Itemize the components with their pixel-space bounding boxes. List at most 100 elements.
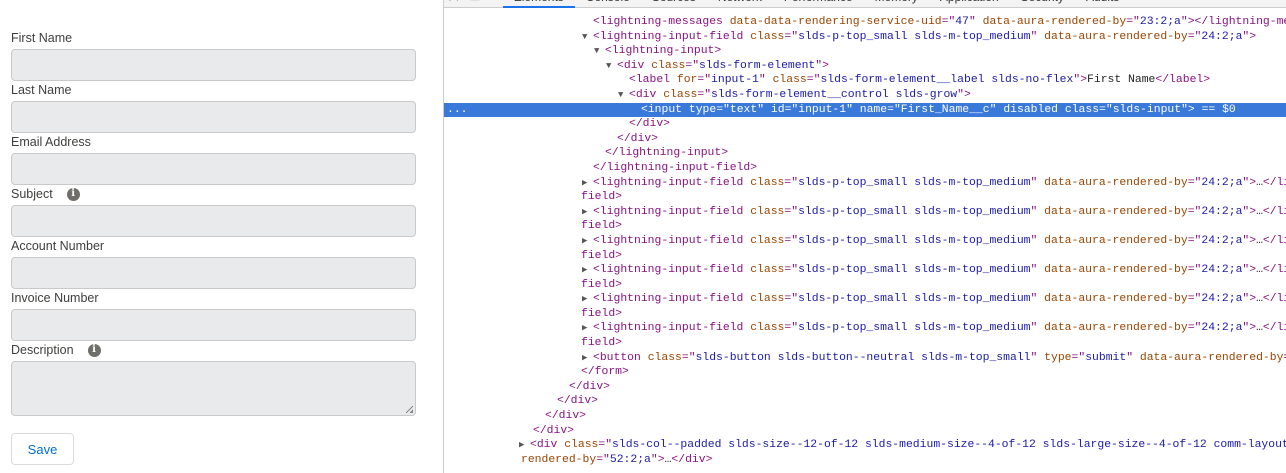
- token-attr-name: class: [750, 293, 785, 306]
- dom-node-line[interactable]: </div>: [444, 409, 1286, 424]
- description-textarea[interactable]: [11, 361, 416, 416]
- dom-node-text: <lightning-messages data-data-rendering-…: [593, 15, 1286, 30]
- dom-node-line[interactable]: field>: [444, 249, 1286, 264]
- dom-node-line[interactable]: field>: [444, 278, 1286, 293]
- text-input[interactable]: [11, 257, 416, 289]
- token-tag: =": [806, 74, 821, 87]
- dom-node-line[interactable]: </div>: [444, 424, 1286, 439]
- collapse-triangle-icon[interactable]: ▶: [582, 176, 587, 191]
- devtools-tab-memory[interactable]: Memory: [864, 0, 929, 6]
- token-tag: ">: [1242, 234, 1257, 247]
- info-icon[interactable]: i: [66, 187, 80, 201]
- dom-node-line[interactable]: </form>: [444, 365, 1286, 380]
- expand-triangle-icon[interactable]: ▼: [606, 59, 611, 74]
- dom-node-line[interactable]: </lightning-input>: [444, 146, 1286, 161]
- devtools-tab-sources[interactable]: Sources: [641, 0, 707, 6]
- dom-node-text: field>: [581, 249, 622, 264]
- dom-node-line[interactable]: ▶ <button class="slds-button slds-button-…: [444, 351, 1286, 366]
- form-field: Last Name: [11, 81, 416, 133]
- token-tag: </form>: [581, 366, 629, 379]
- token-tag: =": [784, 264, 799, 277]
- token-attr-name: class: [750, 30, 785, 43]
- expand-triangle-icon[interactable]: ▼: [594, 44, 599, 59]
- collapse-triangle-icon[interactable]: ▶: [582, 234, 587, 249]
- dom-node-line[interactable]: <lightning-messages data-data-rendering-…: [444, 15, 1286, 30]
- token-attr-value: slds-p-top_small slds-m-top_medium: [798, 234, 1031, 247]
- dom-node-line[interactable]: ▶ <lightning-input-field class="slds-p-to…: [444, 321, 1286, 336]
- token-tag: ": [846, 103, 860, 116]
- dom-node-line[interactable]: ▼ <lightning-input>: [444, 44, 1286, 59]
- text-input[interactable]: [11, 153, 416, 185]
- dom-node-line[interactable]: </div>: [444, 394, 1286, 409]
- more-options-icon[interactable]: ...: [447, 103, 468, 118]
- devtools-tab-network[interactable]: Network: [707, 0, 773, 6]
- form-field: Description i: [11, 341, 416, 416]
- token-tag: =": [685, 59, 700, 72]
- dom-node-line[interactable]: rendered-by="52:2;a">…</div>: [444, 453, 1286, 468]
- dom-node-line[interactable]: </div>: [444, 380, 1286, 395]
- dom-node-line[interactable]: </div>: [444, 117, 1286, 132]
- dom-node-line[interactable]: ▼ <lightning-input-field class="slds-p-to…: [444, 30, 1286, 45]
- token-tag: =": [784, 103, 799, 116]
- token-tag: ": [989, 103, 1004, 116]
- devtools-tab-audits[interactable]: Audits: [1075, 0, 1130, 6]
- token-attr-name: class: [663, 88, 698, 101]
- collapse-triangle-icon[interactable]: ▶: [582, 205, 587, 220]
- token-attr-name: id: [770, 103, 785, 116]
- dom-node-line[interactable]: </div>: [444, 132, 1286, 147]
- token-text: …: [1256, 264, 1263, 277]
- token-attr-name: class: [750, 205, 785, 218]
- device-toolbar-icon[interactable]: ▭: [464, 0, 485, 6]
- token-tag: <lightning-input-field: [593, 234, 751, 247]
- dom-node-line[interactable]: ▶ <lightning-input-field class="slds-p-to…: [444, 263, 1286, 278]
- dom-node-text: </lightning-input>: [605, 146, 728, 161]
- field-label-text: Description: [11, 343, 74, 357]
- devtools-tab-security[interactable]: Security: [1010, 0, 1075, 6]
- dom-node-text: </div>: [569, 380, 610, 395]
- collapse-triangle-icon[interactable]: ▶: [519, 438, 524, 453]
- text-input[interactable]: [11, 309, 416, 341]
- devtools-tab-performance[interactable]: Performance: [773, 0, 864, 6]
- collapse-triangle-icon[interactable]: ▶: [582, 321, 587, 336]
- dom-node-text: </div>: [545, 409, 586, 424]
- dom-node-line[interactable]: <label for="input-1" class="slds-form-el…: [444, 73, 1286, 88]
- token-tag: ": [758, 74, 773, 87]
- dom-node-line[interactable]: ▶ <lightning-input-field class="slds-p-to…: [444, 234, 1286, 249]
- devtools-tab-console[interactable]: Console: [575, 0, 641, 6]
- dom-node-line[interactable]: ▶ <lightning-input-field class="slds-p-to…: [444, 176, 1286, 191]
- dom-node-text: <lightning-input-field class="slds-p-top…: [593, 234, 1286, 249]
- token-tag: =": [784, 205, 799, 218]
- dom-node-line[interactable]: ▶ <lightning-input-field class="slds-p-to…: [444, 292, 1286, 307]
- dom-node-line[interactable]: field>: [444, 190, 1286, 205]
- collapse-triangle-icon[interactable]: ▶: [582, 263, 587, 278]
- text-input[interactable]: [11, 205, 416, 237]
- dom-node-line[interactable]: ▶ <div class="slds-col--padded slds-size-…: [444, 438, 1286, 453]
- dom-node-line[interactable]: ▼ <div class="slds-form-element">: [444, 59, 1286, 74]
- save-button[interactable]: Save: [11, 433, 74, 465]
- field-label: Account Number: [11, 237, 416, 255]
- dom-node-line[interactable]: </lightning-input-field>: [444, 161, 1286, 176]
- token-tag: <label: [629, 74, 677, 87]
- dom-node-line[interactable]: field>: [444, 307, 1286, 322]
- collapse-triangle-icon[interactable]: ▶: [582, 292, 587, 307]
- expand-triangle-icon[interactable]: ▼: [618, 88, 623, 103]
- text-input[interactable]: [11, 49, 416, 81]
- token-tag: =": [784, 176, 799, 189]
- token-tag: field>: [581, 249, 623, 262]
- inspect-element-icon[interactable]: ⇱: [444, 0, 464, 6]
- token-attr-value: slds-p-top_small slds-m-top_medium: [798, 176, 1031, 189]
- devtools-tab-elements[interactable]: Elements: [502, 0, 575, 8]
- dom-node-text: <label for="input-1" class="slds-form-el…: [629, 73, 1210, 88]
- selected-dom-node[interactable]: ... <input type="text" id="input-1" name=…: [444, 102, 1286, 118]
- dom-node-line[interactable]: ▶ <lightning-input-field class="slds-p-to…: [444, 205, 1286, 220]
- expand-triangle-icon[interactable]: ▼: [582, 30, 587, 45]
- dom-node-line[interactable]: ▼ <div class="slds-form-element__control …: [444, 88, 1286, 103]
- dom-node-line[interactable]: field>: [444, 336, 1286, 351]
- text-input[interactable]: [11, 101, 416, 133]
- collapse-triangle-icon[interactable]: ▶: [582, 351, 587, 366]
- dom-node-text: </div>: [557, 394, 598, 409]
- dom-node-line[interactable]: field>: [444, 219, 1286, 234]
- token-tag: </lightning-input-: [1262, 322, 1286, 335]
- devtools-tab-application[interactable]: Application: [929, 0, 1010, 6]
- info-icon[interactable]: i: [87, 343, 101, 357]
